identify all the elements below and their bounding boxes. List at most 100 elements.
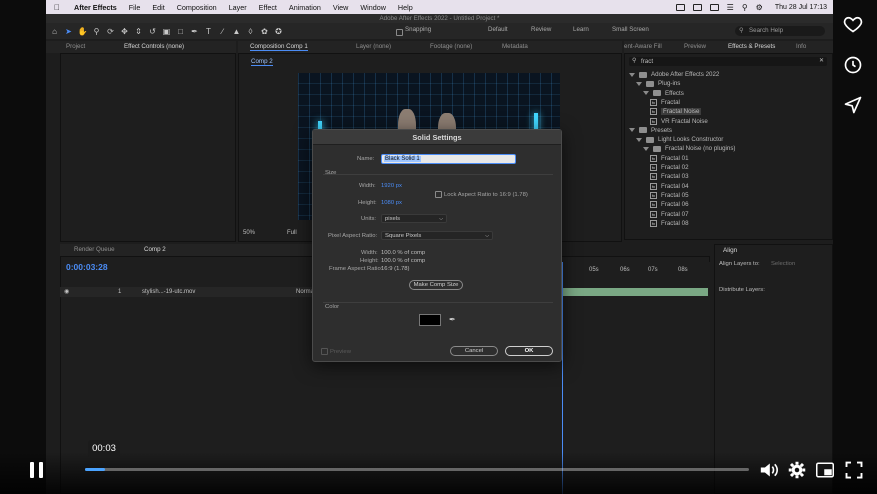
visibility-eye-icon[interactable]: ◉ <box>64 288 69 295</box>
disclosure-triangle-icon[interactable] <box>629 72 635 77</box>
disclosure-triangle-icon[interactable] <box>636 137 642 142</box>
display-icon[interactable] <box>692 3 702 11</box>
menu-edit[interactable]: Edit <box>152 3 164 12</box>
like-heart-icon[interactable] <box>843 14 863 34</box>
eraser-tool-icon[interactable]: ◊ <box>245 26 256 37</box>
workspace-review[interactable]: Review <box>531 26 551 33</box>
preview-checkbox[interactable] <box>321 348 328 355</box>
tree-item[interactable]: fx Fractal 08 <box>650 219 689 228</box>
watch-later-clock-icon[interactable] <box>843 55 863 75</box>
color-swatch[interactable] <box>419 314 441 326</box>
volume-icon[interactable] <box>759 461 779 481</box>
tab-effects-presets[interactable]: Effects & Presets <box>728 43 775 50</box>
resolution-dropdown[interactable]: Full <box>287 230 297 236</box>
tree-item[interactable]: Plug-ins <box>636 79 680 88</box>
tree-item[interactable]: fx VR Fractal Noise <box>650 117 708 126</box>
eyedropper-icon[interactable]: ✒ <box>449 315 456 324</box>
tree-item[interactable]: Presets <box>629 126 672 135</box>
home-icon[interactable]: ⌂ <box>49 26 60 37</box>
menu-help[interactable]: Help <box>398 3 413 12</box>
tree-item[interactable]: fx Fractal 05 <box>650 191 689 200</box>
pan-tool-icon[interactable]: ✥ <box>119 26 130 37</box>
tab-content-aware-fill[interactable]: ent-Aware Fill <box>624 43 662 50</box>
snapping-checkbox[interactable] <box>396 29 403 36</box>
type-tool-icon[interactable]: T <box>203 26 214 37</box>
progress-bar[interactable] <box>85 468 749 471</box>
workspace-learn[interactable]: Learn <box>573 26 589 33</box>
spotlight-search-icon[interactable]: ⚲ <box>742 3 748 12</box>
rotate-tool-icon[interactable]: ↺ <box>147 26 158 37</box>
pause-icon[interactable] <box>30 462 44 478</box>
tab-preview[interactable]: Preview <box>684 43 706 50</box>
tree-item[interactable]: fx Fractal 07 <box>650 210 689 219</box>
tab-footage[interactable]: Footage (none) <box>430 43 472 50</box>
apple-icon[interactable]:  <box>54 3 64 12</box>
workspace-small-screen[interactable]: Small Screen <box>612 26 649 33</box>
menu-app-name[interactable]: After Effects <box>74 3 117 12</box>
effects-search-field[interactable]: ⚲ fract ✕ <box>629 57 827 66</box>
tree-item[interactable]: fx Fractal <box>650 98 680 107</box>
tab-effect-controls[interactable]: Effect Controls (none) <box>124 43 184 50</box>
roto-brush-tool-icon[interactable]: ✿ <box>259 26 270 37</box>
height-value[interactable]: 1080 px <box>381 200 402 206</box>
tree-item[interactable]: fx Fractal 06 <box>650 200 689 209</box>
screen-record-icon[interactable] <box>675 3 685 11</box>
workspace-default[interactable]: Default <box>488 26 508 33</box>
par-dropdown[interactable]: Square Pixels ⌵ <box>381 231 493 240</box>
menu-file[interactable]: File <box>129 3 141 12</box>
tree-item[interactable]: fx Fractal 02 <box>650 163 689 172</box>
menu-window[interactable]: Window <box>360 3 386 12</box>
layer-name[interactable]: stylish...-19-utc.mov <box>142 289 195 295</box>
tree-item[interactable]: Effects <box>643 89 684 98</box>
orbit-tool-icon[interactable]: ⟳ <box>105 26 116 37</box>
layer-duration-bar[interactable] <box>562 288 708 296</box>
picture-in-picture-icon[interactable] <box>816 462 834 480</box>
tab-comp-2[interactable]: Comp 2 <box>144 246 166 253</box>
tree-item[interactable]: fx Fractal 04 <box>650 182 689 191</box>
disclosure-triangle-icon[interactable] <box>643 146 649 151</box>
solid-name-input[interactable]: Black Solid 1 <box>381 154 516 164</box>
pan-behind-tool-icon[interactable]: ▣ <box>161 26 172 37</box>
clone-stamp-tool-icon[interactable]: ▲ <box>231 26 242 37</box>
tree-item[interactable]: Adobe After Effects 2022 <box>629 70 719 79</box>
align-to-dropdown[interactable]: Selection <box>771 261 795 267</box>
selection-tool-icon[interactable]: ➤ <box>63 26 74 37</box>
tree-item[interactable]: Fractal Noise (no plugins) <box>643 144 736 153</box>
tree-item[interactable]: Light Looks Constructor <box>636 135 723 144</box>
clear-search-icon[interactable]: ✕ <box>819 57 824 64</box>
search-help-field[interactable]: ⚲ Search Help <box>735 26 825 36</box>
disclosure-triangle-icon[interactable] <box>636 81 642 86</box>
tree-item[interactable]: fx Fractal Noise <box>650 107 702 116</box>
zoom-dropdown[interactable]: 50% <box>243 230 255 236</box>
dolly-tool-icon[interactable]: ⇕ <box>133 26 144 37</box>
menu-view[interactable]: View <box>333 3 348 12</box>
tab-project[interactable]: Project <box>66 43 85 50</box>
menu-composition[interactable]: Composition <box>177 3 217 12</box>
tab-metadata[interactable]: Metadata <box>502 43 528 50</box>
pen-tool-icon[interactable]: ✒ <box>189 26 200 37</box>
rectangle-tool-icon[interactable]: □ <box>175 26 186 37</box>
menu-effect[interactable]: Effect <box>259 3 277 12</box>
tree-item[interactable]: fx Fractal 03 <box>650 172 689 181</box>
tab-layer[interactable]: Layer (none) <box>356 43 391 50</box>
disclosure-triangle-icon[interactable] <box>643 91 649 96</box>
cancel-button[interactable]: Cancel <box>450 346 498 356</box>
tab-info[interactable]: Info <box>796 43 806 50</box>
current-timecode[interactable]: 0:00:03:28 <box>66 262 108 272</box>
units-dropdown[interactable]: pixels ⌵ <box>381 214 447 223</box>
settings-gear-icon[interactable] <box>788 461 806 481</box>
lock-aspect-checkbox[interactable] <box>435 191 442 198</box>
tab-render-queue[interactable]: Render Queue <box>74 246 115 253</box>
comp-breadcrumb[interactable]: Comp 2 <box>251 58 273 66</box>
menu-animation[interactable]: Animation <box>289 3 321 12</box>
puppet-tool-icon[interactable]: ✪ <box>273 26 284 37</box>
tree-item[interactable]: fx Fractal 01 <box>650 154 689 163</box>
zoom-tool-icon[interactable]: ⚲ <box>91 26 102 37</box>
ok-button[interactable]: OK <box>505 346 553 356</box>
hand-tool-icon[interactable]: ✋ <box>77 26 88 37</box>
make-comp-size-button[interactable]: Make Comp Size <box>409 280 463 290</box>
wifi-icon[interactable]: ☰ <box>727 3 734 12</box>
menubar-clock[interactable]: Thu 28 Jul 17:13 <box>775 4 827 11</box>
width-value[interactable]: 1920 px <box>381 183 402 189</box>
disclosure-triangle-icon[interactable] <box>629 128 635 133</box>
